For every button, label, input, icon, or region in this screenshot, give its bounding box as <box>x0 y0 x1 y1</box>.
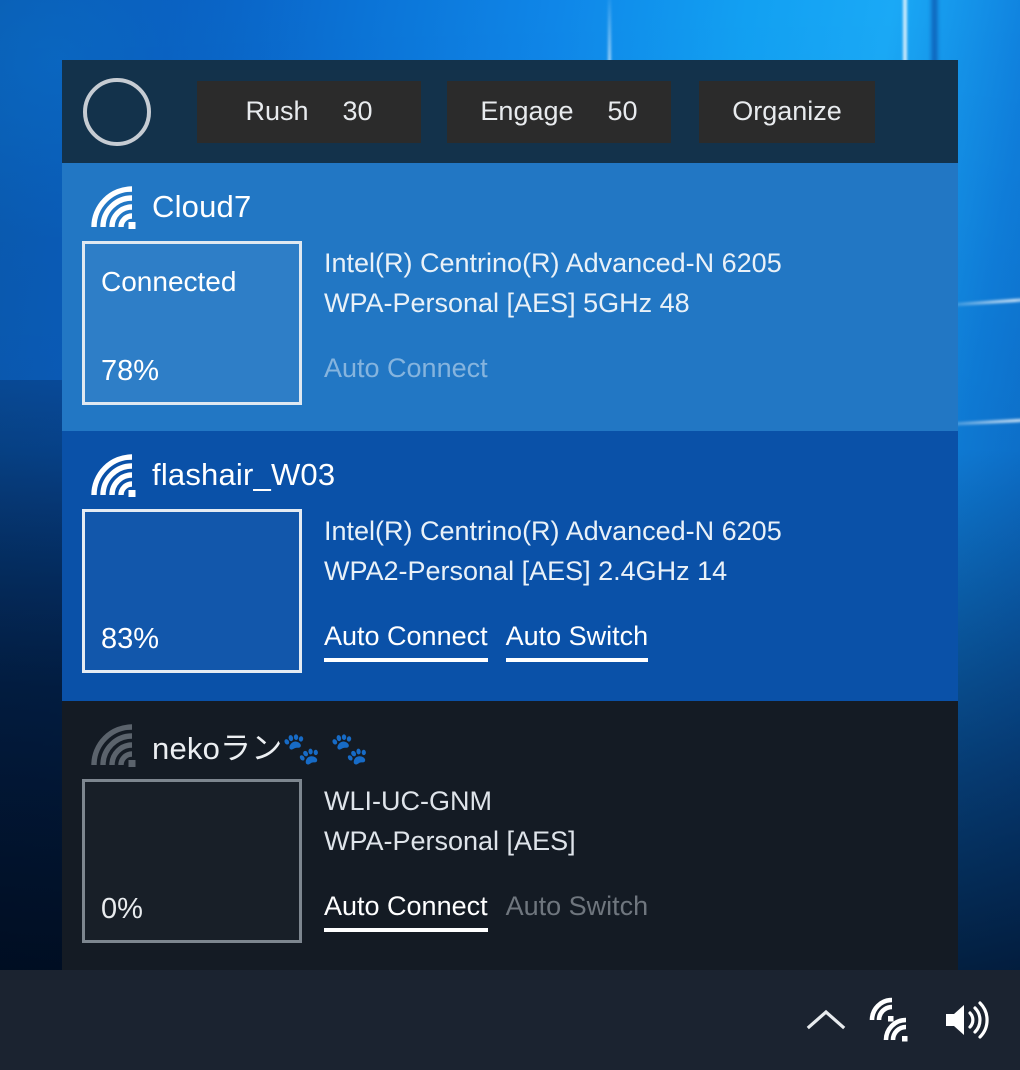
network-body: 0% WLI-UC-GNM WPA-Personal [AES] Auto Co… <box>62 779 958 943</box>
security-info: WPA-Personal [AES] 5GHz 48 <box>324 288 690 318</box>
rush-label: Rush <box>245 96 309 126</box>
network-title: flashair_W03 <box>62 431 958 503</box>
taskbar <box>0 970 1020 1070</box>
network-row[interactable]: nekoラン🐾 🐾 0% WLI-UC-GNM WPA-Personal [AE… <box>62 701 958 970</box>
adapter-name: Intel(R) Centrino(R) Advanced-N 6205 <box>324 248 782 278</box>
rush-value: 30 <box>342 96 373 126</box>
network-tray-button[interactable] <box>860 986 928 1054</box>
network-details: Intel(R) Centrino(R) Advanced-N 6205 WPA… <box>324 241 782 394</box>
wifi-signal-icon <box>91 186 136 229</box>
engage-label: Engage <box>480 96 574 126</box>
network-title: Cloud7 <box>62 163 958 235</box>
rush-button[interactable]: Rush 30 <box>197 80 421 143</box>
network-actions: Auto Connect <box>324 353 782 394</box>
network-details: WLI-UC-GNM WPA-Personal [AES] Auto Conne… <box>324 779 648 932</box>
auto-switch-toggle[interactable]: Auto Switch <box>505 621 649 662</box>
organize-button[interactable]: Organize <box>699 80 875 143</box>
network-title: nekoラン🐾 🐾 <box>62 701 958 773</box>
engage-value: 50 <box>607 96 638 126</box>
volume-icon <box>946 1001 989 1039</box>
auto-connect-toggle[interactable]: Auto Connect <box>324 621 488 662</box>
desktop-screen: Rush 30 Engage 50 Organize Cloud7 Connec… <box>0 0 1020 1070</box>
auto-switch-toggle[interactable]: Auto Switch <box>506 891 649 932</box>
auto-connect-toggle[interactable]: Auto Connect <box>324 891 488 932</box>
connection-status: Connected <box>101 266 237 297</box>
organize-label: Organize <box>732 96 842 126</box>
panel-toolbar: Rush 30 Engage 50 Organize <box>62 60 958 163</box>
network-body: 83% Intel(R) Centrino(R) Advanced-N 6205… <box>62 509 958 673</box>
wifi-signal-icon <box>91 724 136 767</box>
network-row[interactable]: flashair_W03 83% Intel(R) Centrino(R) Ad… <box>62 431 958 701</box>
volume-tray-button[interactable] <box>928 986 1002 1054</box>
signal-percent: 78% <box>101 355 160 387</box>
network-details: Intel(R) Centrino(R) Advanced-N 6205 WPA… <box>324 509 782 662</box>
network-row[interactable]: Cloud7 Connected 78% Intel(R) Centrino(R… <box>62 163 958 431</box>
signal-percent: 0% <box>101 893 143 925</box>
adapter-name: WLI-UC-GNM <box>324 786 492 816</box>
network-actions: Auto Connect Auto Switch <box>324 891 648 932</box>
network-ssid: nekoラン🐾 🐾 <box>152 730 369 766</box>
network-actions: Auto Connect Auto Switch <box>324 621 782 662</box>
show-hidden-icons-button[interactable] <box>792 986 860 1054</box>
network-icon <box>869 997 908 1042</box>
security-info: WPA-Personal [AES] <box>324 826 576 856</box>
wifi-signal-icon <box>91 454 136 497</box>
network-body: Connected 78% Intel(R) Centrino(R) Advan… <box>62 241 958 405</box>
signal-strength-box: 0% <box>82 779 302 943</box>
network-ssid: flashair_W03 <box>152 457 336 492</box>
adapter-name: Intel(R) Centrino(R) Advanced-N 6205 <box>324 516 782 546</box>
signal-strength-box: Connected 78% <box>82 241 302 405</box>
chevron-up-icon <box>806 1009 846 1030</box>
signal-percent: 83% <box>101 623 160 655</box>
network-ssid: Cloud7 <box>152 189 252 224</box>
auto-connect-toggle[interactable]: Auto Connect <box>324 353 488 394</box>
security-info: WPA2-Personal [AES] 2.4GHz 14 <box>324 556 728 586</box>
engage-button[interactable]: Engage 50 <box>447 80 671 143</box>
wifi-manager-panel: Rush 30 Engage 50 Organize Cloud7 Connec… <box>62 60 958 970</box>
mode-toggle-button[interactable] <box>83 77 151 146</box>
signal-strength-box: 83% <box>82 509 302 673</box>
